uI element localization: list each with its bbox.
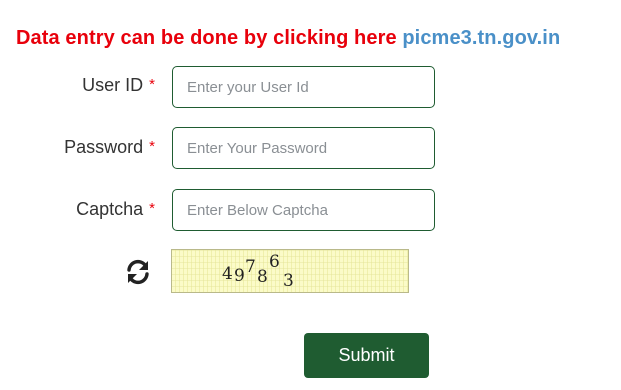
captcha-label: Captcha *	[76, 199, 155, 220]
captcha-image: 4 9 7 8 6 3	[171, 249, 409, 293]
captcha-digit: 3	[283, 271, 294, 291]
password-label: Password *	[64, 137, 155, 158]
captcha-digit: 7	[245, 257, 256, 277]
refresh-icon[interactable]	[124, 258, 152, 286]
submit-button[interactable]: Submit	[304, 333, 429, 378]
login-page: Data entry can be done by clicking here …	[0, 0, 621, 390]
captcha-digit: 9	[234, 266, 245, 286]
picme-link[interactable]: picme3.tn.gov.in	[402, 27, 560, 49]
user-id-input[interactable]	[172, 66, 435, 108]
captcha-digit: 8	[257, 267, 268, 287]
captcha-label-text: Captcha	[76, 199, 144, 219]
captcha-digit: 6	[269, 252, 280, 272]
user-id-label: User ID *	[82, 75, 155, 96]
notice-text: Data entry can be done by clicking here	[16, 27, 397, 49]
required-marker: *	[149, 138, 155, 155]
password-label-text: Password	[64, 137, 144, 157]
captcha-input[interactable]	[172, 189, 435, 231]
captcha-digit: 4	[222, 264, 233, 284]
required-marker: *	[149, 200, 155, 217]
required-marker: *	[149, 76, 155, 93]
user-id-label-text: User ID	[82, 75, 144, 95]
data-entry-notice: Data entry can be done by clicking here …	[16, 27, 560, 50]
password-input[interactable]	[172, 127, 435, 169]
